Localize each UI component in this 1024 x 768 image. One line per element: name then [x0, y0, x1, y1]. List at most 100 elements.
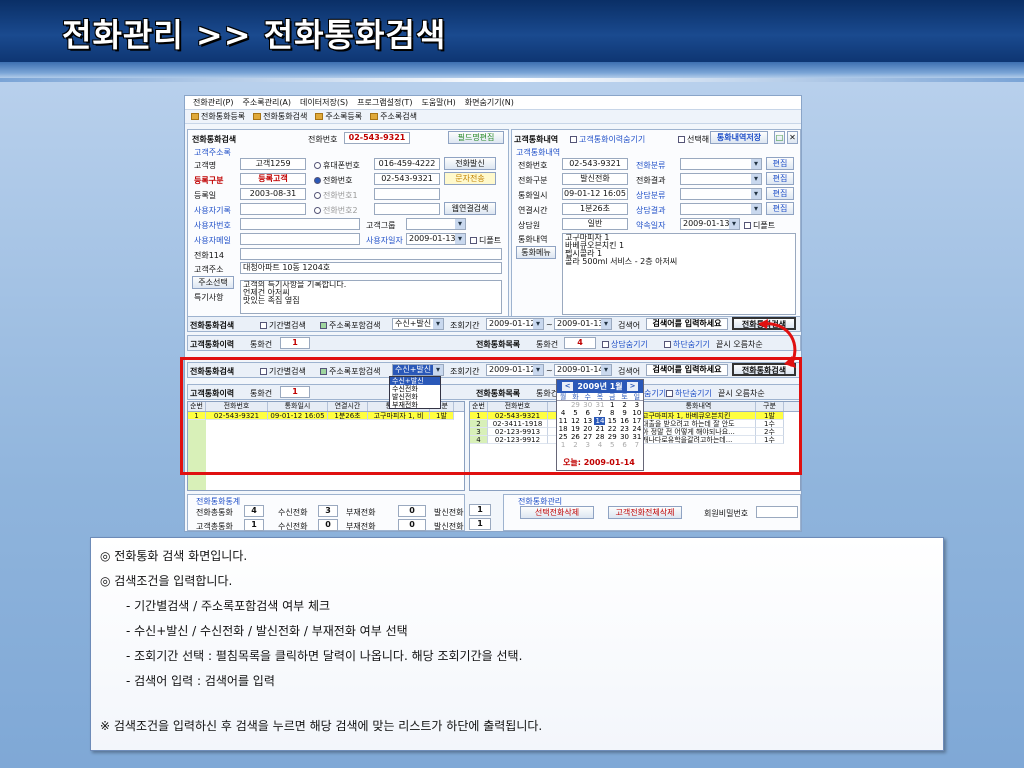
default-check[interactable]: 디폴트	[470, 235, 501, 246]
day[interactable]: 4	[558, 409, 569, 417]
call-menu-button[interactable]: 통화메뉴	[516, 246, 556, 259]
duration-field[interactable]: 1분26초	[562, 203, 628, 215]
menu-settings[interactable]: 프로그램설정(T)	[357, 97, 412, 108]
address-field[interactable]: 대청아파트 10동 1204호	[240, 262, 502, 274]
phone2-radio[interactable]: 전화번호2	[314, 205, 358, 216]
notes-field[interactable]: 고객의 특기사항을 기록합니다. 언제건 아저씨 맛있는 족집 옆집	[240, 280, 502, 314]
address-include-check[interactable]: 주소록포함검색	[320, 320, 381, 331]
day[interactable]: 23	[619, 425, 630, 433]
result-select[interactable]	[680, 173, 762, 185]
sms-button[interactable]: 문자전송	[444, 172, 496, 185]
hide-history-check[interactable]: 고객통화이력숨기기	[570, 134, 645, 145]
day[interactable]: 1	[607, 401, 618, 409]
phone1-radio[interactable]: 전화번호1	[314, 190, 358, 201]
group-select[interactable]	[406, 218, 466, 230]
day[interactable]: 13	[582, 417, 593, 425]
phone3-field[interactable]	[374, 203, 440, 215]
consult-type-select[interactable]	[680, 188, 762, 200]
day[interactable]: 2	[619, 401, 630, 409]
option-recv[interactable]: 수신전화	[390, 385, 440, 393]
tool-address-search[interactable]: 주소록검색	[370, 111, 417, 122]
day[interactable]: 1	[558, 441, 569, 449]
day[interactable]: 7	[594, 409, 605, 417]
phone1-field[interactable]	[374, 188, 440, 200]
tool-call-search[interactable]: 전화통화검색	[253, 111, 307, 122]
day[interactable]: 3	[631, 401, 642, 409]
day[interactable]: 28	[594, 433, 605, 441]
day[interactable]: 12	[570, 417, 581, 425]
day[interactable]: 29	[607, 433, 618, 441]
close-icon[interactable]: ✕	[787, 131, 798, 144]
day[interactable]: 25	[558, 433, 569, 441]
reg-type-field[interactable]: 등록고객	[240, 173, 306, 185]
save-history-button[interactable]: 통화내역저장	[710, 131, 768, 144]
call-type-dropdown-list[interactable]: 수신+발신 수신전화 발신전화 부재전화	[389, 376, 441, 409]
option-send[interactable]: 발신전화	[390, 393, 440, 401]
range-to-select[interactable]: 2009-01-13	[554, 318, 612, 330]
period-check[interactable]: 기간별검색	[260, 320, 306, 331]
password-field[interactable]	[756, 506, 798, 518]
today-link[interactable]: 오늘: 2009-01-14	[563, 457, 635, 468]
day[interactable]: 6	[582, 409, 593, 417]
day[interactable]: 5	[570, 409, 581, 417]
hide-done-check[interactable]: 하단숨기기	[664, 339, 710, 350]
day[interactable]: 5	[607, 441, 618, 449]
agent-field[interactable]: 일반	[562, 218, 628, 230]
day[interactable]: 16	[619, 417, 630, 425]
day[interactable]: 30	[619, 433, 630, 441]
menu-help[interactable]: 도움말(H)	[421, 97, 455, 108]
edit-result-button[interactable]: 편집	[766, 172, 794, 185]
day[interactable]: 15	[607, 417, 618, 425]
user-date-select[interactable]: 2009-01-13	[406, 233, 466, 245]
datetime-field[interactable]: 09-01-12 16:05	[562, 188, 628, 200]
next-month-button[interactable]: >	[627, 382, 638, 391]
prev-month-button[interactable]: <	[562, 382, 573, 391]
day[interactable]: 11	[558, 417, 569, 425]
address-select-button[interactable]: 주소선택	[192, 276, 234, 289]
range-from-select[interactable]: 2009-01-12	[486, 318, 544, 330]
appt-select[interactable]: 2009-01-13	[680, 218, 740, 230]
consult-result-select[interactable]	[680, 203, 762, 215]
user-num-field[interactable]	[240, 218, 360, 230]
h-default-check[interactable]: 디폴트	[744, 220, 775, 231]
option-all[interactable]: 수신+발신	[390, 377, 440, 385]
menu-phone[interactable]: 전화관리(P)	[193, 97, 234, 108]
day[interactable]: 18	[558, 425, 569, 433]
day[interactable]: 29	[570, 401, 581, 409]
day[interactable]: 24	[631, 425, 642, 433]
day[interactable]: 8	[607, 409, 618, 417]
user-memo-field[interactable]	[240, 203, 306, 215]
phone-radio[interactable]: 전화번호	[314, 175, 352, 186]
day-selected[interactable]: 14	[594, 417, 606, 425]
minimize-icon[interactable]: □	[774, 131, 785, 144]
day[interactable]: 2	[570, 441, 581, 449]
h-phone-field[interactable]: 02-543-9321	[562, 158, 628, 170]
hide-consult-check[interactable]: 상담숨기기	[602, 339, 648, 350]
date-picker-calendar[interactable]: < 2009년 1월 > 월화수목금토일 29 30 31 1 2 3 4 5 6 7 8 9 10 …	[556, 379, 644, 471]
day[interactable]	[558, 401, 569, 409]
day[interactable]: 31	[631, 433, 642, 441]
menu-save[interactable]: 데이터저장(S)	[300, 97, 348, 108]
reg-date-field[interactable]: 2003-08-31	[240, 188, 306, 200]
day[interactable]: 10	[631, 409, 642, 417]
tool-call-register[interactable]: 전화통화등록	[191, 111, 245, 122]
day[interactable]: 31	[594, 401, 605, 409]
day[interactable]: 3	[582, 441, 593, 449]
day[interactable]: 30	[582, 401, 593, 409]
menu-hide[interactable]: 화면숨기기(N)	[465, 97, 514, 108]
tool-address-register[interactable]: 주소록등록	[315, 111, 362, 122]
menu-address[interactable]: 주소록관리(A)	[243, 97, 292, 108]
day[interactable]: 26	[570, 433, 581, 441]
day[interactable]: 20	[582, 425, 593, 433]
phone114-field[interactable]	[240, 248, 502, 260]
day[interactable]: 27	[582, 433, 593, 441]
field-edit-button[interactable]: 필드명편집	[448, 131, 504, 144]
edit-consult-result-button[interactable]: 편집	[766, 202, 794, 215]
edit-category-button[interactable]: 편집	[766, 157, 794, 170]
delete-all-button[interactable]: 고객전화전체삭제	[608, 506, 682, 519]
category-select[interactable]	[680, 158, 762, 170]
web-search-button[interactable]: 웹연결검색	[444, 202, 496, 215]
option-miss[interactable]: 부재전화	[390, 401, 440, 409]
mobile-field[interactable]: 016-459-4222	[374, 158, 440, 170]
day[interactable]: 6	[619, 441, 630, 449]
